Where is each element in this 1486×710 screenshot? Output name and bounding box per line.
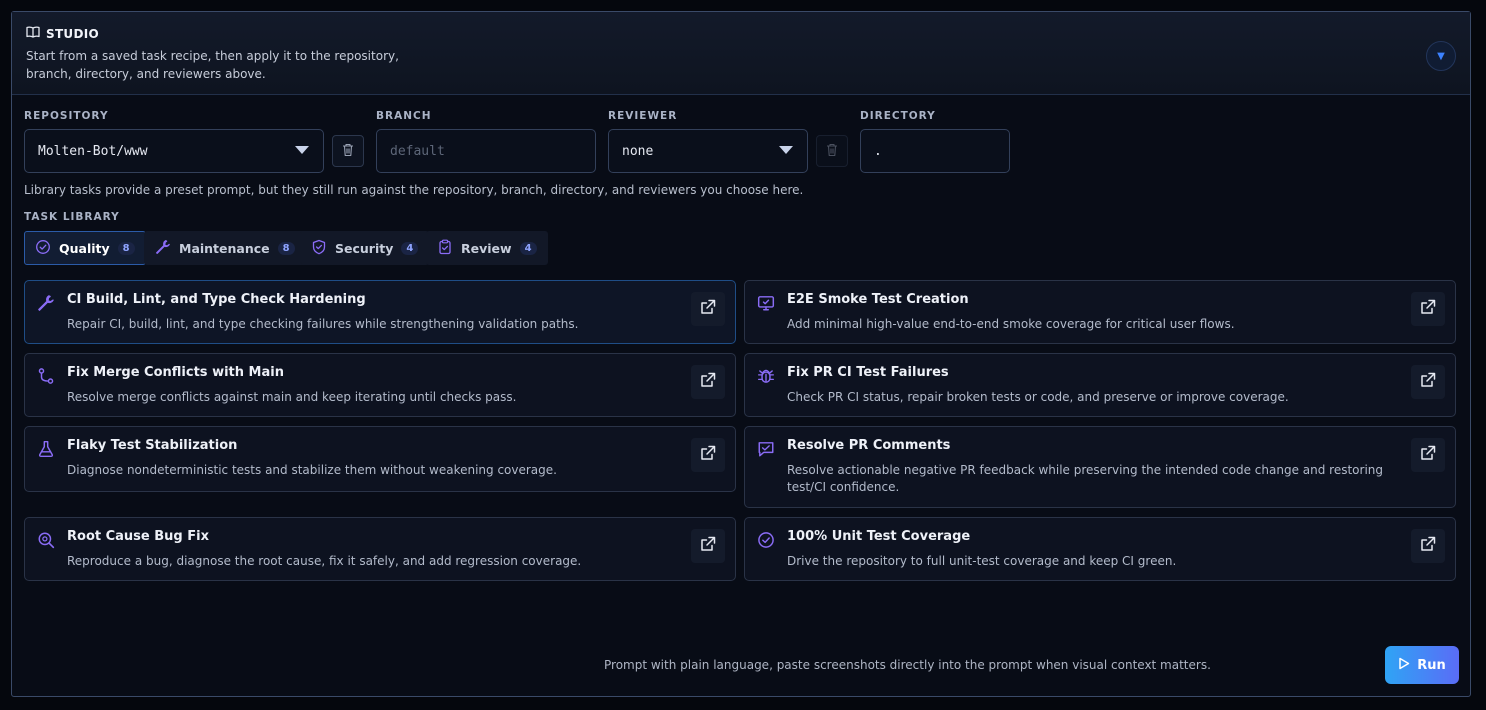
message-icon — [757, 440, 775, 458]
external-link-icon — [700, 372, 716, 392]
run-button[interactable]: Run — [1385, 646, 1459, 684]
task-library-label: TASK LIBRARY — [24, 211, 120, 223]
bug-icon — [757, 367, 775, 385]
open-task-button[interactable] — [691, 438, 725, 472]
triangle-down-icon: ▼ — [1437, 50, 1445, 62]
task-card-root-cause-fix[interactable]: Root Cause Bug Fix Reproduce a bug, diag… — [24, 517, 736, 581]
card-title: 100% Unit Test Coverage — [787, 529, 971, 544]
card-description: Reproduce a bug, diagnose the root cause… — [67, 554, 582, 568]
tab-count: 8 — [117, 241, 135, 255]
open-task-button[interactable] — [1411, 292, 1445, 326]
flask-icon — [37, 440, 55, 458]
task-card-unit-coverage[interactable]: 100% Unit Test Coverage Drive the reposi… — [744, 517, 1456, 581]
external-link-icon — [1420, 445, 1436, 465]
play-icon — [1398, 657, 1410, 674]
task-card-e2e-smoke[interactable]: E2E Smoke Test Creation Add minimal high… — [744, 280, 1456, 344]
clipboard-icon — [437, 239, 453, 258]
footer-note: Prompt with plain language, paste screen… — [604, 658, 1211, 672]
reviewer-label: REVIEWER — [608, 110, 678, 122]
monitor-icon — [757, 294, 775, 312]
card-title: Resolve PR Comments — [787, 438, 951, 453]
chevron-down-icon — [295, 146, 309, 154]
external-link-icon — [1420, 536, 1436, 556]
directory-value: . — [874, 143, 882, 159]
task-card-merge-conflicts[interactable]: Fix Merge Conflicts with Main Resolve me… — [24, 353, 736, 417]
tab-label: Security — [335, 240, 394, 256]
repository-value: Molten-Bot/www — [38, 143, 148, 159]
card-description: Resolve merge conflicts against main and… — [67, 390, 517, 404]
card-description: Check PR CI status, repair broken tests … — [787, 390, 1289, 404]
tab-label: Maintenance — [179, 240, 270, 256]
card-title: Root Cause Bug Fix — [67, 529, 209, 544]
external-link-icon — [1420, 299, 1436, 319]
collapse-button[interactable]: ▼ — [1426, 41, 1456, 71]
task-card-pr-ci-failures[interactable]: Fix PR CI Test Failures Check PR CI stat… — [744, 353, 1456, 417]
clear-reviewer-button[interactable] — [816, 135, 848, 167]
task-card-resolve-pr-comments[interactable]: Resolve PR Comments Resolve actionable n… — [744, 426, 1456, 508]
git-merge-icon — [37, 367, 55, 385]
branch-label: BRANCH — [376, 110, 432, 122]
reviewer-select[interactable]: none — [608, 129, 808, 173]
card-description: Diagnose nondeterministic tests and stab… — [67, 463, 557, 477]
trash-icon — [342, 142, 354, 161]
card-title: Flaky Test Stabilization — [67, 438, 238, 453]
check-circle-icon — [35, 239, 51, 258]
check-circle-icon — [757, 531, 775, 549]
card-title: Fix Merge Conflicts with Main — [67, 365, 284, 380]
shield-icon — [311, 239, 327, 258]
chevron-down-icon — [779, 146, 793, 154]
repository-label: REPOSITORY — [24, 110, 109, 122]
wrench-icon — [37, 294, 55, 312]
card-title: E2E Smoke Test Creation — [787, 292, 969, 307]
search-bug-icon — [37, 531, 55, 549]
card-title: Fix PR CI Test Failures — [787, 365, 949, 380]
tab-label: Quality — [59, 240, 110, 256]
tab-count: 4 — [401, 241, 419, 255]
card-description: Repair CI, build, lint, and type checkin… — [67, 317, 579, 331]
external-link-icon — [1420, 372, 1436, 392]
task-card-ci-hardening[interactable]: CI Build, Lint, and Type Check Hardening… — [24, 280, 736, 344]
studio-description: Start from a saved task recipe, then app… — [26, 49, 399, 81]
open-task-button[interactable] — [691, 529, 725, 563]
directory-label: DIRECTORY — [860, 110, 936, 122]
task-card-flaky-tests[interactable]: Flaky Test Stabilization Diagnose nondet… — [24, 426, 736, 492]
studio-panel: STUDIO Start from a saved task recipe, t… — [11, 11, 1471, 697]
clear-repository-button[interactable] — [332, 135, 364, 167]
branch-placeholder: default — [390, 143, 445, 159]
run-label: Run — [1417, 657, 1446, 673]
library-hint: Library tasks provide a preset prompt, b… — [24, 183, 804, 197]
tab-security[interactable]: Security 4 — [300, 231, 430, 265]
repository-select[interactable]: Molten-Bot/www — [24, 129, 324, 173]
branch-input[interactable]: default — [376, 129, 596, 173]
directory-input[interactable]: . — [860, 129, 1010, 173]
studio-header: STUDIO Start from a saved task recipe, t… — [12, 12, 1470, 95]
wrench-icon — [155, 239, 171, 258]
card-description: Resolve actionable negative PR feedback … — [787, 463, 1384, 494]
tab-quality[interactable]: Quality 8 — [24, 231, 146, 265]
open-task-button[interactable] — [1411, 529, 1445, 563]
tab-review[interactable]: Review 4 — [426, 231, 548, 265]
card-description: Drive the repository to full unit-test c… — [787, 554, 1177, 568]
external-link-icon — [700, 299, 716, 319]
tab-label: Review — [461, 240, 512, 256]
open-task-button[interactable] — [1411, 365, 1445, 399]
open-task-button[interactable] — [1411, 438, 1445, 472]
reviewer-value: none — [622, 143, 654, 159]
tab-maintenance[interactable]: Maintenance 8 — [144, 231, 306, 265]
studio-title: STUDIO — [26, 26, 99, 41]
open-task-button[interactable] — [691, 365, 725, 399]
external-link-icon — [700, 445, 716, 465]
trash-icon — [826, 142, 838, 161]
card-title: CI Build, Lint, and Type Check Hardening — [67, 292, 366, 307]
open-task-button[interactable] — [691, 292, 725, 326]
book-icon — [26, 26, 40, 41]
external-link-icon — [700, 536, 716, 556]
tab-count: 8 — [277, 241, 295, 255]
tab-count: 4 — [519, 241, 537, 255]
card-description: Add minimal high-value end-to-end smoke … — [787, 317, 1235, 331]
studio-title-text: STUDIO — [46, 26, 99, 41]
